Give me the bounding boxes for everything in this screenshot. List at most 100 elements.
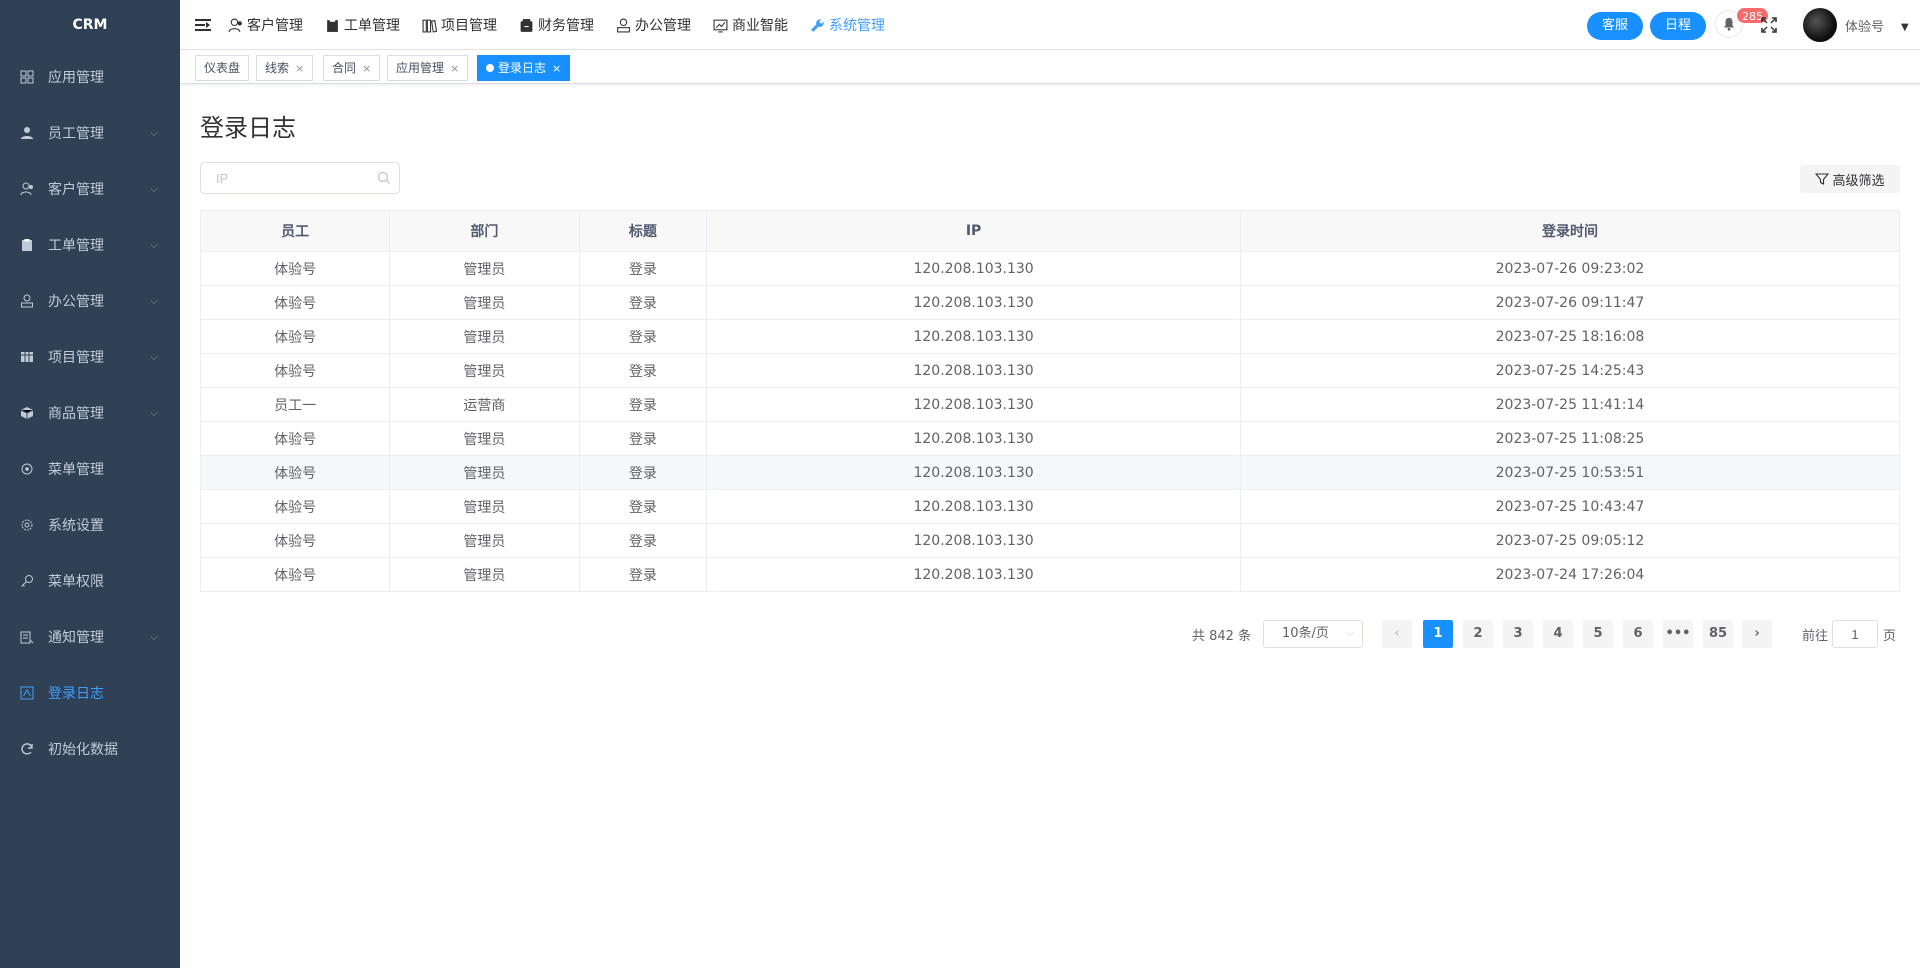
page-button[interactable]: 1	[1423, 620, 1453, 648]
table-cell: 2023-07-26 09:23:02	[1239, 251, 1901, 286]
table-cell: 登录	[578, 489, 708, 524]
clipboard-icon	[22, 239, 32, 251]
chevron-down-icon: ⌵	[150, 184, 158, 195]
page-size-select[interactable]: 10条/页 ⌵	[1263, 620, 1363, 648]
sidebar-item[interactable]: 办公管理 ⌵	[0, 274, 180, 330]
sidebar-item[interactable]: 初始化数据	[0, 722, 180, 778]
table-cell: 登录	[578, 353, 708, 388]
topnav-item-label: 商业智能	[732, 18, 788, 34]
chevron-down-icon: ⌵	[150, 408, 158, 419]
service-button[interactable]: 客服	[1587, 12, 1644, 40]
table-cell: 120.208.103.130	[706, 421, 1241, 456]
sidebar-item[interactable]: 系统设置	[0, 498, 180, 554]
page-button[interactable]: 3	[1503, 620, 1533, 648]
topnav-item[interactable]: 项目管理	[422, 0, 497, 50]
tag-item[interactable]: 登录日志 ×	[477, 55, 571, 81]
topnav-item[interactable]: 客户管理	[228, 0, 303, 50]
page-jump-input[interactable]	[1832, 620, 1878, 648]
sidebar-item[interactable]: 项目管理 ⌵	[0, 330, 180, 386]
sidebar-item-label: 系统设置	[48, 518, 104, 534]
page-button[interactable]: 2	[1463, 620, 1493, 648]
table-cell: 体验号	[199, 421, 391, 456]
sidebar-item[interactable]: 应用管理	[0, 50, 180, 106]
top-nav: 客户管理 工单管理 项目管理 财务管理 办公管理 商业智能 系统管理	[228, 0, 907, 50]
advanced-filter-label: 高级筛选	[1832, 173, 1885, 189]
table-row[interactable]: 体验号 管理员 登录 120.208.103.130 2023-07-25 10:53:…	[199, 455, 1901, 490]
tag-item[interactable]: 线索 ×	[256, 55, 314, 81]
ip-search-input[interactable]	[216, 163, 376, 193]
close-icon[interactable]: ×	[295, 62, 304, 75]
table-row[interactable]: 体验号 管理员 登录 120.208.103.130 2023-07-25 11:08:…	[199, 421, 1901, 456]
page-button[interactable]: 6	[1623, 620, 1653, 648]
table-row[interactable]: 体验号 管理员 登录 120.208.103.130 2023-07-26 09:23:…	[199, 251, 1901, 286]
tag-label: 线索	[265, 61, 290, 75]
table-row[interactable]: 体验号 管理员 登录 120.208.103.130 2023-07-25 10:43:…	[199, 489, 1901, 524]
chevron-down-icon: ⌵	[150, 296, 158, 307]
close-icon[interactable]: ×	[450, 62, 459, 75]
page-button[interactable]: 5	[1583, 620, 1613, 648]
topnav-item-label: 系统管理	[829, 18, 885, 34]
tag-item[interactable]: 应用管理 ×	[387, 55, 469, 81]
table-cell: 2023-07-26 09:11:47	[1239, 285, 1901, 320]
ip-search-box	[200, 162, 400, 194]
table-row[interactable]: 体验号 管理员 登录 120.208.103.130 2023-07-25 18:16:…	[199, 319, 1901, 354]
close-icon[interactable]: ×	[362, 62, 371, 75]
table-cell: 120.208.103.130	[706, 523, 1241, 558]
hamburger-icon[interactable]	[194, 16, 212, 34]
table-cell: 120.208.103.130	[706, 387, 1241, 422]
tag-item[interactable]: 合同 ×	[323, 55, 381, 81]
table-cell: 登录	[578, 523, 708, 558]
page-size-value: 10条/页	[1282, 626, 1329, 641]
topnav-item[interactable]: 工单管理	[325, 0, 400, 50]
sidebar-item[interactable]: 客户管理 ⌵	[0, 162, 180, 218]
next-page-button[interactable]: ›	[1742, 620, 1772, 648]
table-cell: 体验号	[199, 319, 391, 354]
table-row[interactable]: 体验号 管理员 登录 120.208.103.130 2023-07-25 14:25:…	[199, 353, 1901, 388]
table-row[interactable]: 体验号 管理员 登录 120.208.103.130 2023-07-26 09:11:…	[199, 285, 1901, 320]
caret-down-icon[interactable]: ▼	[1901, 22, 1909, 33]
table-cell: 2023-07-25 09:05:12	[1239, 523, 1901, 558]
fullscreen-icon[interactable]	[1760, 16, 1778, 34]
topnav-item[interactable]: 财务管理	[519, 0, 594, 50]
table-cell: 120.208.103.130	[706, 353, 1241, 388]
username[interactable]: 体验号	[1845, 16, 1884, 35]
tag-item[interactable]: 仪表盘	[195, 55, 250, 81]
table-cell: 2023-07-25 11:08:25	[1239, 421, 1901, 456]
advanced-filter-button[interactable]: 高级筛选	[1800, 165, 1900, 193]
avatar[interactable]	[1803, 8, 1837, 42]
topnav-item[interactable]: 系统管理	[810, 0, 885, 50]
topnav-item-label: 客户管理	[247, 18, 303, 34]
topnav-item[interactable]: 办公管理	[616, 0, 691, 50]
table-row[interactable]: 员工一 运营商 登录 120.208.103.130 2023-07-25 11:41:…	[199, 387, 1901, 422]
table-row[interactable]: 体验号 管理员 登录 120.208.103.130 2023-07-25 09:05:…	[199, 523, 1901, 558]
sidebar-item[interactable]: 商品管理 ⌵	[0, 386, 180, 442]
schedule-button[interactable]: 日程	[1650, 12, 1707, 40]
sidebar-item[interactable]: 菜单权限	[0, 554, 180, 610]
topnav-item[interactable]: 商业智能	[713, 0, 788, 50]
prev-page-button[interactable]: ‹	[1382, 620, 1412, 648]
chevron-down-icon: ⌵	[150, 632, 158, 643]
search-icon[interactable]	[377, 171, 391, 185]
table-row[interactable]: 体验号 管理员 登录 120.208.103.130 2023-07-24 17:26:…	[199, 557, 1901, 592]
pagination-total: 共 842 条	[1192, 629, 1252, 644]
column-header: IP	[706, 210, 1241, 252]
tags-view: 仪表盘 线索 × 合同 × 应用管理 × 登录日志 ×	[180, 50, 1920, 84]
topnav-item-label: 工单管理	[344, 18, 400, 34]
table-cell: 登录	[578, 455, 708, 490]
table-cell: 管理员	[389, 251, 580, 286]
sidebar-item[interactable]: 通知管理 ⌵	[0, 610, 180, 666]
sidebar-item[interactable]: 菜单管理	[0, 442, 180, 498]
sidebar-item[interactable]: 员工管理 ⌵	[0, 106, 180, 162]
sidebar-item-label: 客户管理	[48, 182, 104, 198]
table-cell: 2023-07-25 10:53:51	[1239, 455, 1901, 490]
page-button[interactable]: 85	[1703, 620, 1733, 648]
topnav-item-label: 财务管理	[538, 18, 594, 34]
sidebar-item[interactable]: 工单管理 ⌵	[0, 218, 180, 274]
more-pages-button[interactable]: •••	[1663, 620, 1693, 648]
sidebar-item[interactable]: 登录日志	[0, 666, 180, 722]
chevron-down-icon: ⌵	[150, 352, 158, 363]
close-icon[interactable]: ×	[552, 62, 561, 75]
page-button[interactable]: 4	[1543, 620, 1573, 648]
jump-suffix: 页	[1883, 629, 1897, 644]
table-cell: 管理员	[389, 523, 580, 558]
